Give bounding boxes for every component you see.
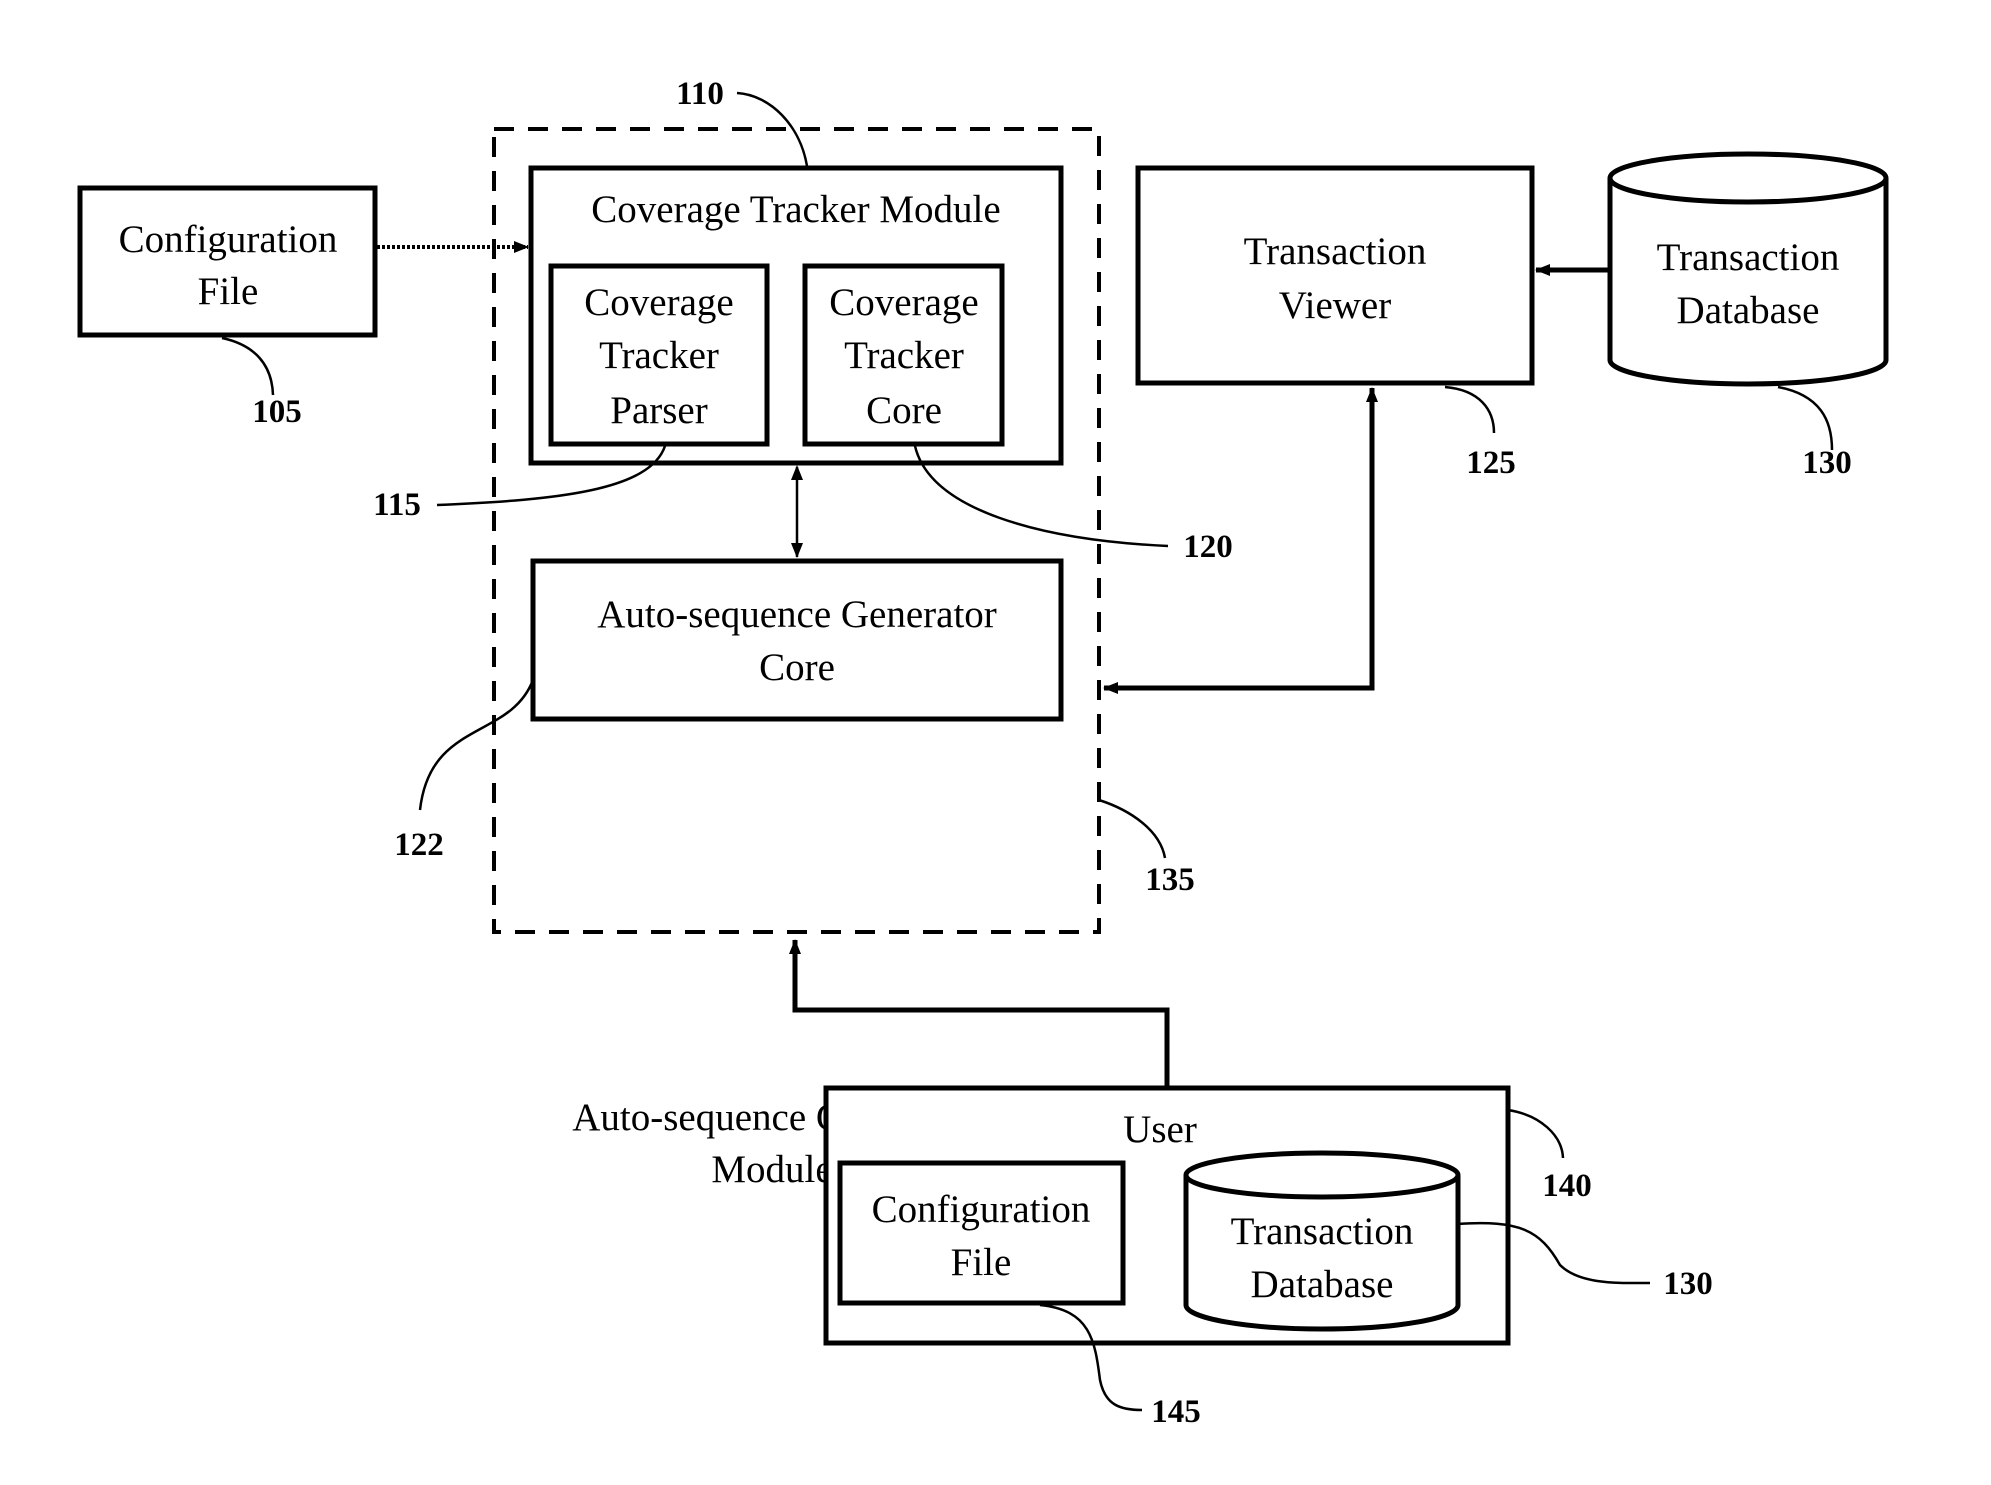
user-database-line1: Transaction: [1231, 1210, 1414, 1253]
database-top: [1607, 151, 1889, 205]
ref-125: 125: [1466, 445, 1516, 481]
ref-105: 105: [252, 394, 302, 430]
transaction-database-line1: Transaction: [1657, 236, 1840, 279]
leader-130: [1777, 385, 1834, 451]
parser-line2: Tracker: [599, 334, 719, 377]
leader-122: [418, 679, 535, 811]
block-diagram: Auto-sequence Generator Module Configura…: [77, 76, 1889, 1430]
ref-140: 140: [1542, 1168, 1592, 1204]
leader-135: [1098, 798, 1167, 859]
arrow-user-to-module: [789, 939, 1170, 1088]
parser-line1: Coverage: [584, 281, 733, 324]
leader-140: [1507, 1108, 1565, 1159]
coverage-tracker-module-title: Coverage Tracker Module: [591, 188, 1000, 231]
ref-122: 122: [394, 827, 444, 863]
user-database-line2: Database: [1251, 1263, 1394, 1306]
user-configuration-file-box: Configuration File: [837, 1160, 1126, 1306]
coverage-tracker-core-box: Coverage Tracker Core: [802, 263, 1005, 447]
ref-130-user: 130: [1663, 1266, 1713, 1302]
user-transaction-database-cylinder: Transaction Database: [1183, 1150, 1461, 1332]
transaction-database-cylinder: Transaction Database: [1607, 151, 1889, 387]
arrow-viewer-to-module: [1103, 392, 1375, 694]
ref-110: 110: [676, 76, 724, 112]
ref-115: 115: [373, 487, 421, 523]
generator-core-line2: Core: [759, 646, 835, 689]
ref-130: 130: [1802, 445, 1852, 481]
configuration-file-box: Configuration File: [77, 185, 378, 338]
parser-line3: Parser: [610, 389, 707, 432]
leader-105: [221, 336, 275, 396]
coverage-tracker-parser-box: Coverage Tracker Parser: [548, 263, 770, 447]
ref-135: 135: [1145, 862, 1195, 898]
ref-120: 120: [1183, 529, 1233, 565]
core-line3: Core: [866, 389, 942, 432]
transaction-viewer-box: Transaction Viewer: [1135, 165, 1535, 386]
auto-sequence-generator-core-box: Auto-sequence Generator Core: [530, 558, 1064, 722]
transaction-database-line2: Database: [1677, 289, 1820, 332]
user-config-line1: Configuration: [872, 1188, 1091, 1231]
leader-125: [1444, 385, 1496, 434]
config-file-line2: File: [198, 270, 259, 313]
user-database-top: [1183, 1150, 1461, 1200]
core-line1: Coverage: [829, 281, 978, 324]
transaction-viewer-line2: Viewer: [1279, 284, 1391, 327]
generator-core-line1: Auto-sequence Generator: [597, 593, 997, 636]
transaction-viewer-line1: Transaction: [1244, 230, 1427, 273]
module-label-line2: Module: [711, 1148, 832, 1191]
config-file-line1: Configuration: [119, 218, 338, 261]
ref-145: 145: [1151, 1394, 1201, 1430]
core-line2: Tracker: [844, 334, 964, 377]
user-config-line2: File: [951, 1241, 1012, 1284]
user-title: User: [1123, 1108, 1197, 1151]
